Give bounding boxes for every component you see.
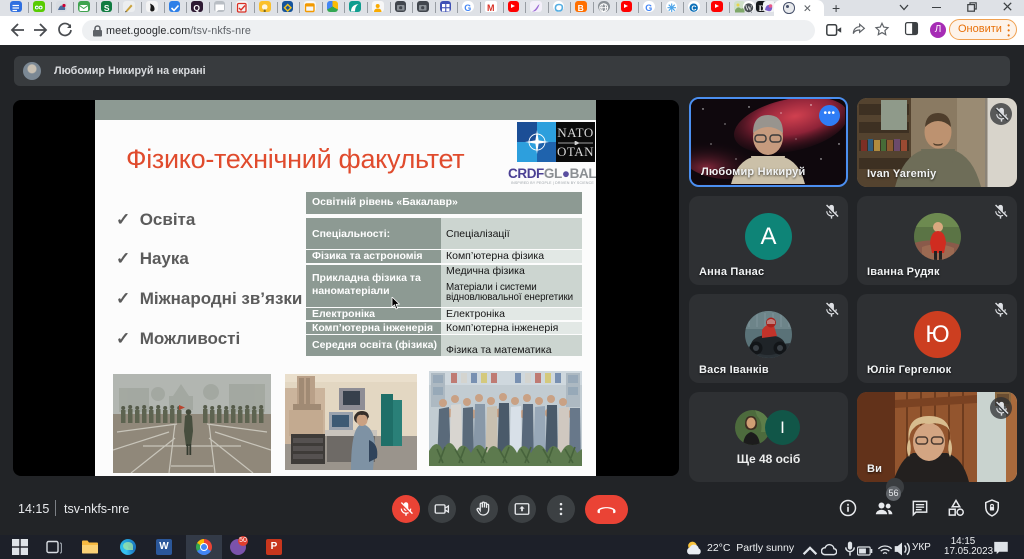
svg-text:G: G — [465, 3, 472, 13]
svg-text:M: M — [487, 3, 495, 13]
svg-text:S: S — [104, 3, 110, 13]
svg-text:B: B — [578, 3, 584, 13]
svg-text:Q: Q — [194, 3, 201, 13]
svg-text:C: C — [692, 5, 697, 12]
svg-text:G: G — [645, 3, 652, 13]
svg-text:W: W — [745, 4, 753, 13]
